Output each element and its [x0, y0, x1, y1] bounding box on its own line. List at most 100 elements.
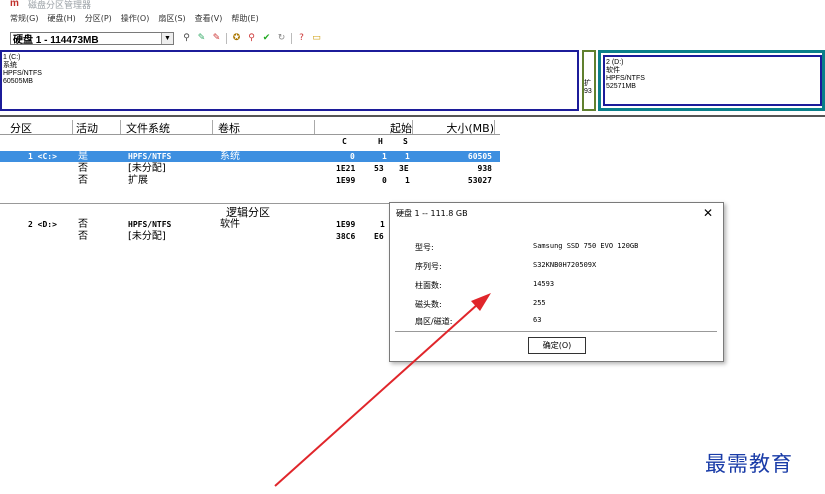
partition-block-extended[interactable]: 扩 93: [582, 50, 596, 111]
cylinders-value: 14593: [533, 280, 555, 288]
dialog-body: 型号: Samsung SSD 750 EVO 120GB 序列号: S32KN…: [395, 224, 717, 329]
window-title: 磁盘分区管理器: [28, 1, 92, 11]
edit-icon[interactable]: ✎: [211, 33, 222, 44]
col-filesystem[interactable]: 文件系统: [126, 120, 213, 135]
partition-d-fs: HPFS/NTFS: [606, 75, 645, 82]
partition-d-label: 软件: [606, 67, 620, 74]
disk-select-value: 硬盘 1 - 114473MB: [13, 34, 99, 46]
menu-disk[interactable]: 硬盘(H): [47, 13, 75, 27]
row-active: 否: [78, 219, 88, 230]
row-filesystem: HPFS/NTFS: [128, 152, 172, 161]
partition-c-label: 系统: [3, 62, 17, 69]
menu-bar: 常规(G) 硬盘(H) 分区(P) 操作(O) 扇区(S) 查看(V) 帮助(E…: [10, 13, 259, 27]
table-header: 分区 活动 文件系统 卷标 起始 大小(MB): [0, 120, 500, 135]
row-size: 53027: [467, 176, 492, 185]
partition-block-c[interactable]: 1 (C:) 系统 HPFS/NTFS 60505MB: [0, 50, 579, 111]
scan-icon[interactable]: ⚲: [181, 33, 192, 44]
row-s: 1: [405, 152, 410, 161]
row-filesystem: [未分配]: [128, 231, 166, 242]
serial-value: S32KNB0H720509X: [533, 261, 597, 269]
toolbar-separator: [226, 32, 227, 44]
dialog-title: 硬盘 1 -- 111.8 GB: [396, 209, 468, 218]
chs-c: C: [342, 137, 347, 146]
logical-section-title: 逻辑分区: [226, 206, 270, 219]
row-c: 38C6: [336, 232, 356, 241]
row-label: 系统: [220, 151, 240, 162]
disk-select[interactable]: 硬盘 1 - 114473MB ▼: [10, 31, 174, 46]
menu-help[interactable]: 帮助(E): [231, 13, 258, 27]
chs-s: S: [403, 137, 408, 146]
row-active: 是: [78, 151, 88, 162]
toolbar: 硬盘 1 - 114473MB ▼ ⚲ ✎ ✎ ✪ ⚲ ✔ ↻ ? ▭: [10, 30, 322, 46]
menu-sector[interactable]: 扇区(S): [158, 13, 185, 27]
watermark: 最需教育: [705, 452, 793, 476]
row-c: 1E99: [336, 176, 356, 185]
row-size: 938: [477, 164, 492, 173]
search-icon[interactable]: ⚲: [246, 33, 257, 44]
row-h: 0: [382, 176, 387, 185]
divider: [0, 115, 825, 117]
disk-info-dialog: 硬盘 1 -- 111.8 GB ✕ 型号: Samsung SSD 750 E…: [389, 202, 724, 362]
chs-h: H: [378, 137, 383, 146]
col-size[interactable]: 大小(MB): [416, 120, 495, 135]
row-active: 否: [78, 231, 88, 242]
row-filesystem: HPFS/NTFS: [128, 220, 172, 229]
col-label[interactable]: 卷标: [218, 120, 315, 135]
refresh-icon[interactable]: ↻: [276, 33, 287, 44]
row-filesystem: 扩展: [128, 175, 148, 186]
heads-value: 255: [533, 299, 546, 307]
row-partition: 1 <C:>: [28, 152, 57, 161]
ok-button[interactable]: 确定(O): [528, 337, 586, 354]
row-size: 60505: [467, 152, 492, 161]
table-row[interactable]: 1 <C:> 是 HPFS/NTFS 系统 0 1 1 60505: [0, 151, 500, 162]
row-c: 1E21: [336, 164, 356, 173]
serial-label: 序列号:: [415, 262, 442, 271]
table-row[interactable]: 否 [未分配] 1E21 53 3E 938: [0, 163, 500, 174]
check-icon[interactable]: ✔: [261, 33, 272, 44]
row-h: 53: [374, 164, 384, 173]
toolbar-separator: [291, 32, 292, 44]
partition-d-id: 2 (D:): [606, 59, 624, 66]
wizard-icon[interactable]: ✪: [231, 33, 242, 44]
model-value: Samsung SSD 750 EVO 120GB: [533, 242, 639, 250]
folder-icon[interactable]: ▭: [311, 33, 322, 44]
partition-block-d[interactable]: 2 (D:) 软件 HPFS/NTFS 52571MB: [598, 50, 825, 111]
menu-partition[interactable]: 分区(P): [85, 13, 112, 27]
extended-size: 93: [584, 88, 592, 95]
heads-label: 磁头数:: [415, 300, 442, 309]
title-bar: m 磁盘分区管理器: [0, 0, 825, 11]
row-active: 否: [78, 175, 88, 186]
row-partition: 2 <D:>: [28, 220, 57, 229]
partition-c-size: 60505MB: [3, 78, 33, 85]
menu-view[interactable]: 查看(V): [195, 13, 223, 27]
row-s: 1: [405, 176, 410, 185]
row-label: 软件: [220, 219, 240, 230]
model-label: 型号:: [415, 243, 434, 252]
row-s: 3E: [399, 164, 409, 173]
row-c: 0: [350, 152, 355, 161]
close-icon[interactable]: ✕: [703, 206, 713, 220]
sectors-label: 扇区/磁道:: [415, 317, 453, 326]
sectors-value: 63: [533, 316, 542, 324]
row-h: 1: [380, 220, 385, 229]
partition-c-id: 1 (C:): [3, 54, 21, 61]
app-logo-icon: m: [10, 0, 19, 9]
row-filesystem: [未分配]: [128, 163, 166, 174]
col-start[interactable]: 起始: [318, 120, 413, 135]
table-row[interactable]: 否 扩展 1E99 0 1 53027: [0, 175, 500, 186]
cylinders-label: 柱面数:: [415, 281, 442, 290]
pencil-icon[interactable]: ✎: [196, 33, 207, 44]
disk-map: 1 (C:) 系统 HPFS/NTFS 60505MB 扩 93 2 (D:) …: [0, 50, 825, 114]
row-active: 否: [78, 163, 88, 174]
row-h: 1: [382, 152, 387, 161]
help-icon[interactable]: ?: [296, 33, 307, 44]
extended-label: 扩: [584, 80, 591, 87]
menu-general[interactable]: 常规(G): [10, 13, 38, 27]
row-h: E6: [374, 232, 384, 241]
row-c: 1E99: [336, 220, 356, 229]
col-active[interactable]: 活动: [76, 120, 121, 135]
menu-operation[interactable]: 操作(O): [121, 13, 150, 27]
col-partition[interactable]: 分区: [10, 120, 73, 135]
partition-d-size: 52571MB: [606, 83, 636, 90]
chevron-down-icon[interactable]: ▼: [161, 32, 173, 44]
